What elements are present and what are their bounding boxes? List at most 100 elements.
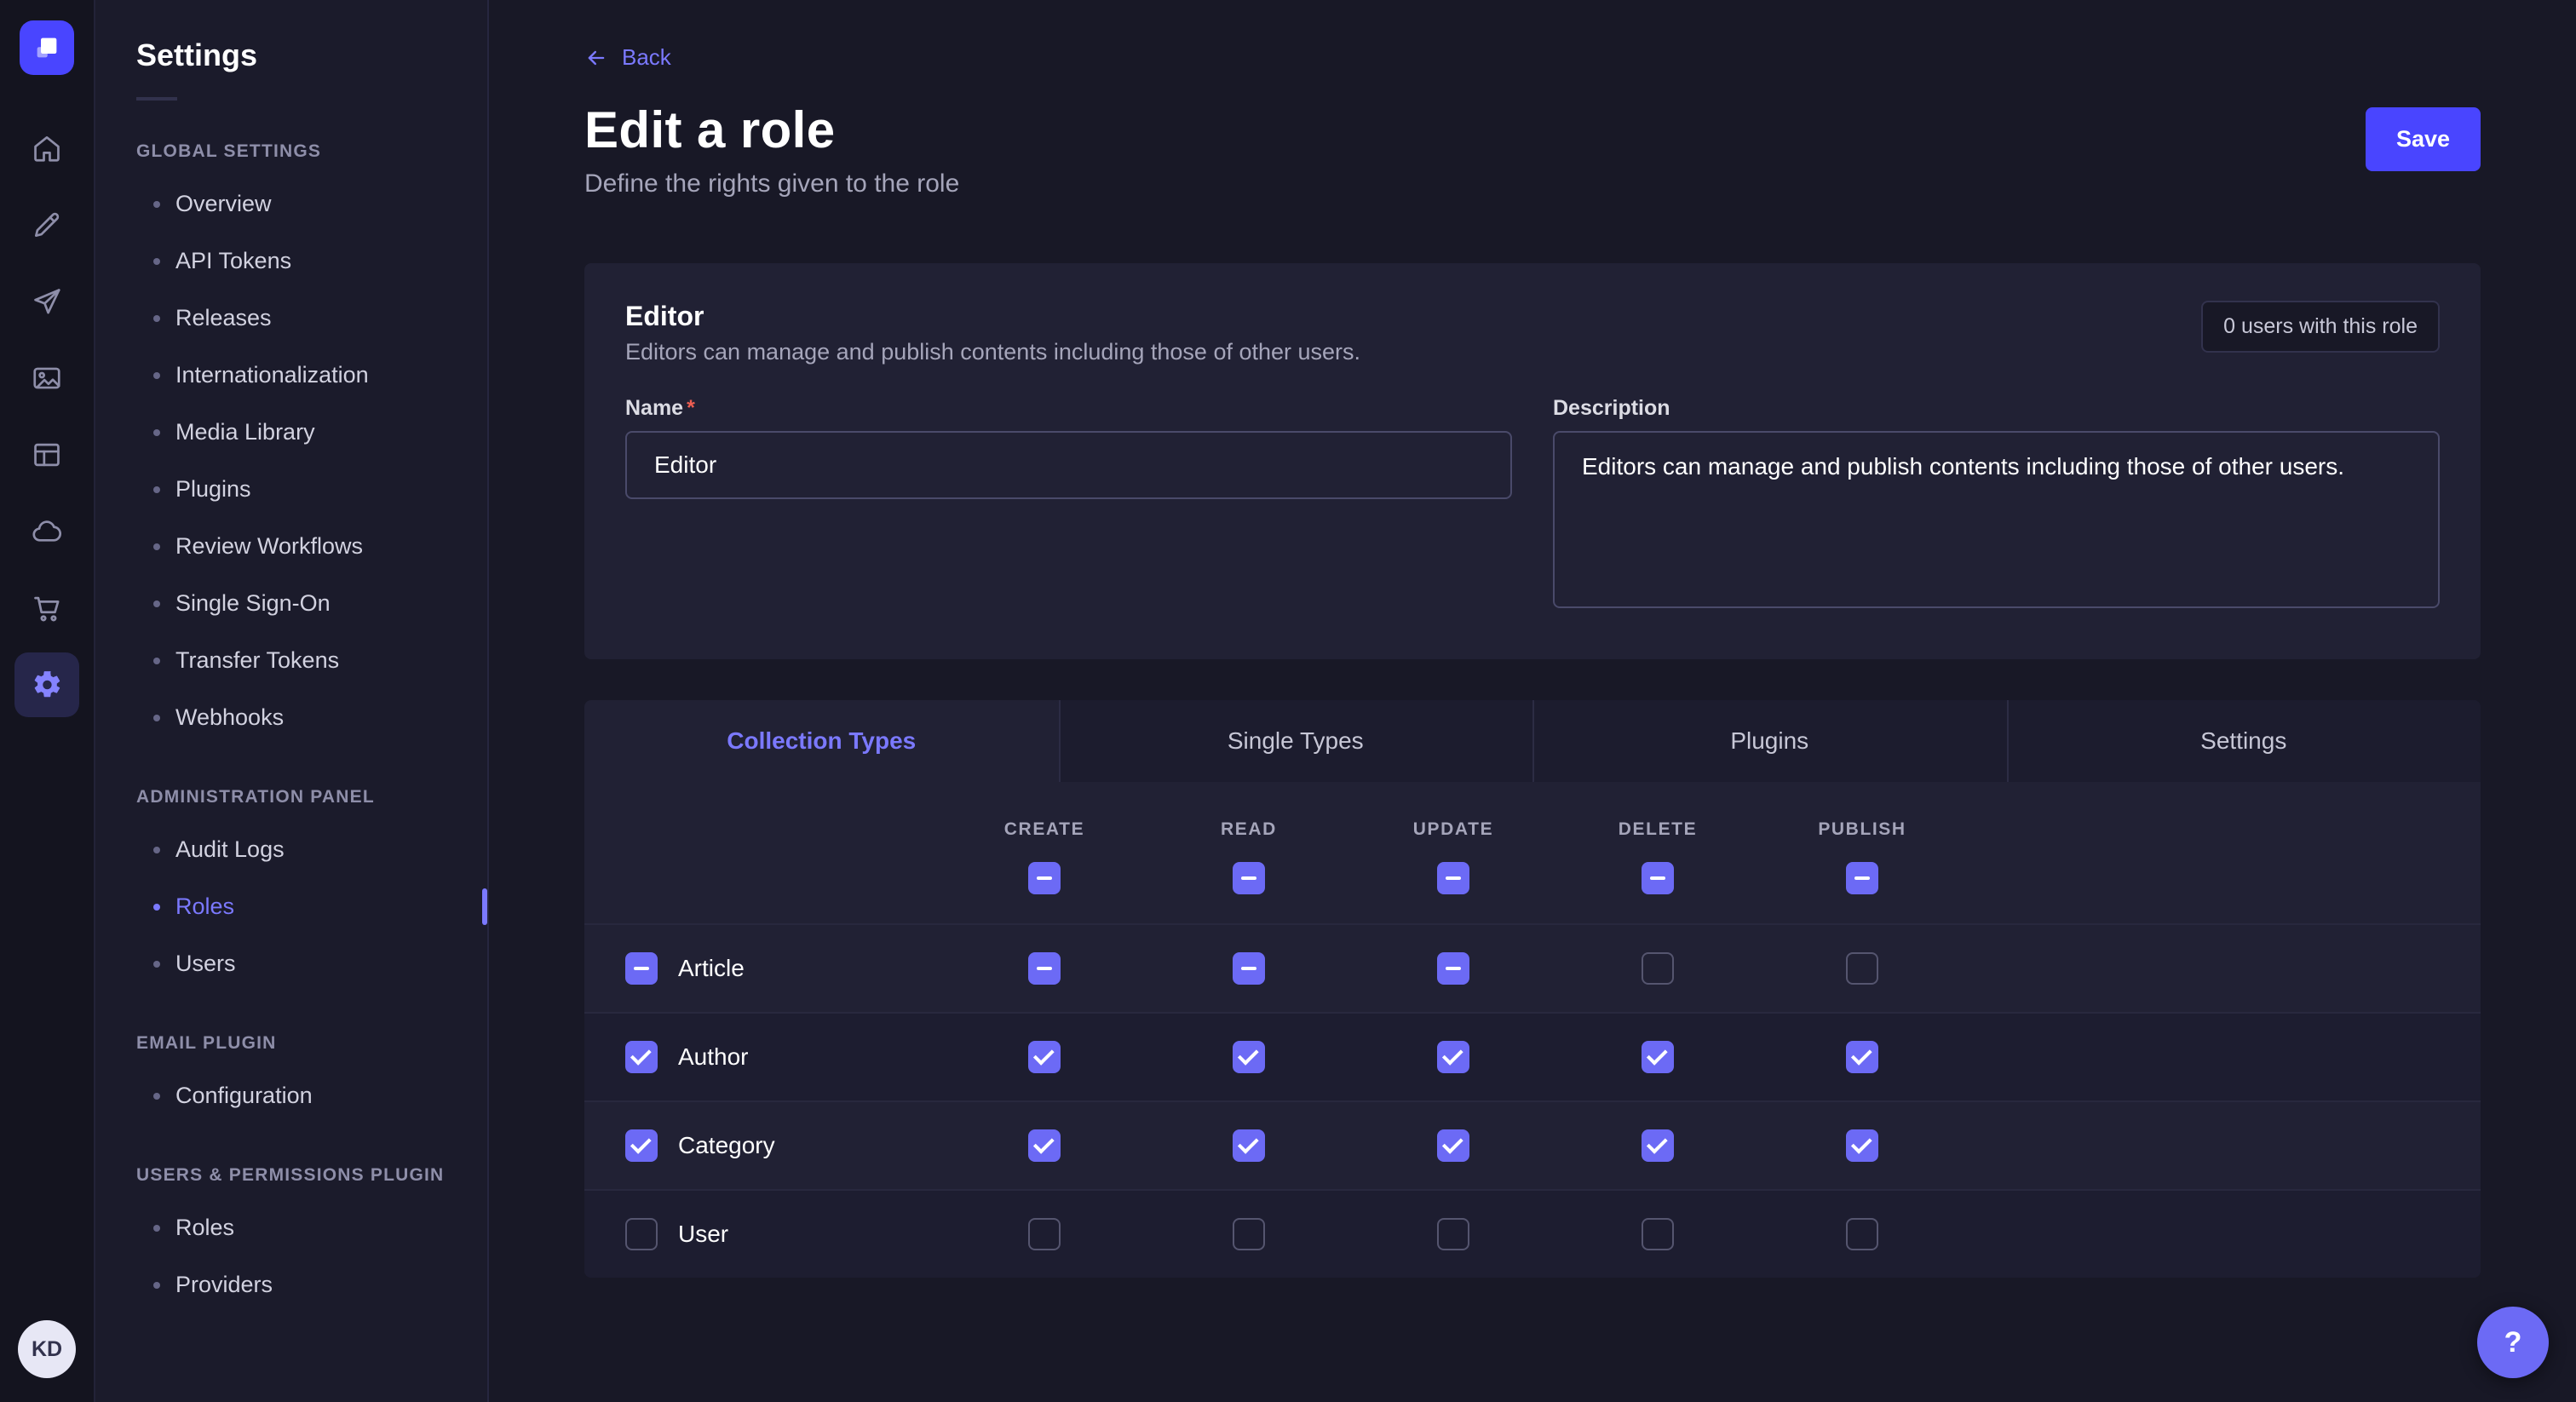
article-read-checkbox[interactable] — [1233, 952, 1265, 985]
sidebar-item-api-tokens[interactable]: API Tokens — [95, 233, 487, 290]
bullet-icon — [153, 315, 160, 322]
sidebar-item-roles[interactable]: Roles — [95, 878, 487, 935]
article-delete-checkbox[interactable] — [1642, 952, 1674, 985]
layout-icon[interactable] — [14, 422, 79, 487]
bullet-icon — [153, 715, 160, 721]
bullet-icon — [153, 1093, 160, 1100]
sidebar-item-label: Media Library — [175, 419, 315, 445]
user-delete-checkbox[interactable] — [1642, 1218, 1674, 1250]
article-create-checkbox[interactable] — [1028, 952, 1061, 985]
name-input[interactable] — [625, 431, 1512, 499]
sidebar-item-label: Plugins — [175, 476, 251, 503]
sidebar-item-single-sign-on[interactable]: Single Sign-On — [95, 575, 487, 632]
strapi-logo[interactable] — [20, 20, 74, 75]
category-row-checkbox[interactable] — [625, 1129, 658, 1162]
category-publish-checkbox[interactable] — [1846, 1129, 1878, 1162]
required-asterisk: * — [687, 396, 695, 420]
gear-icon[interactable] — [14, 652, 79, 717]
select-all-create-checkbox[interactable] — [1028, 862, 1061, 894]
user-create-checkbox[interactable] — [1028, 1218, 1061, 1250]
pen-icon[interactable] — [14, 192, 79, 257]
save-button[interactable]: Save — [2366, 107, 2481, 171]
user-update-checkbox[interactable] — [1437, 1218, 1469, 1250]
sidebar-item-review-workflows[interactable]: Review Workflows — [95, 518, 487, 575]
sidebar-item-media-library[interactable]: Media Library — [95, 404, 487, 461]
tab-collection-types[interactable]: Collection Types — [584, 700, 1059, 782]
article-row-checkbox[interactable] — [625, 952, 658, 985]
row-label-cell: Category — [584, 1129, 942, 1162]
name-label: Name* — [625, 396, 1512, 421]
bullet-icon — [153, 658, 160, 664]
paper-plane-icon[interactable] — [14, 269, 79, 334]
sidebar-item-configuration[interactable]: Configuration — [95, 1067, 487, 1124]
permission-row-user: User — [584, 1189, 2481, 1278]
select-all-read-checkbox[interactable] — [1233, 862, 1265, 894]
sidebar-item-plugins[interactable]: Plugins — [95, 461, 487, 518]
sidebar-item-overview[interactable]: Overview — [95, 175, 487, 233]
select-all-publish-checkbox[interactable] — [1846, 862, 1878, 894]
sidebar-title: Settings — [136, 37, 446, 73]
nav-rail: KD — [0, 0, 95, 1402]
page-subtitle: Define the rights given to the role — [584, 170, 959, 198]
back-label: Back — [622, 44, 671, 71]
name-label-text: Name — [625, 396, 683, 420]
bullet-icon — [153, 258, 160, 265]
category-delete-checkbox[interactable] — [1642, 1129, 1674, 1162]
sidebar-item-label: Users — [175, 951, 236, 977]
role-name-heading: Editor — [625, 301, 1360, 332]
author-publish-checkbox[interactable] — [1846, 1041, 1878, 1073]
select-all-update-checkbox[interactable] — [1437, 862, 1469, 894]
sidebar-item-transfer-tokens[interactable]: Transfer Tokens — [95, 632, 487, 689]
category-read-checkbox[interactable] — [1233, 1129, 1265, 1162]
user-publish-checkbox[interactable] — [1846, 1218, 1878, 1250]
bullet-icon — [153, 1282, 160, 1289]
sidebar-section-heading-global-settings: GLOBAL SETTINGS — [95, 101, 487, 175]
row-label: Category — [678, 1132, 775, 1159]
row-label: Author — [678, 1043, 749, 1071]
role-description-text: Editors can manage and publish contents … — [625, 339, 1360, 365]
title-block: Edit a role Define the rights given to t… — [584, 101, 959, 198]
user-row-checkbox[interactable] — [625, 1218, 658, 1250]
bullet-icon — [153, 372, 160, 379]
category-create-checkbox[interactable] — [1028, 1129, 1061, 1162]
images-icon[interactable] — [14, 346, 79, 411]
user-read-checkbox[interactable] — [1233, 1218, 1265, 1250]
tab-plugins[interactable]: Plugins — [1532, 700, 2007, 782]
cloud-icon[interactable] — [14, 499, 79, 564]
sidebar-item-releases[interactable]: Releases — [95, 290, 487, 347]
home-icon[interactable] — [14, 116, 79, 181]
sidebar-item-label: Audit Logs — [175, 836, 285, 863]
avatar[interactable]: KD — [18, 1320, 76, 1378]
settings-sidebar: Settings GLOBAL SETTINGSOverviewAPI Toke… — [95, 0, 489, 1402]
description-input[interactable]: Editors can manage and publish contents … — [1553, 431, 2440, 608]
cart-icon[interactable] — [14, 576, 79, 641]
sidebar-item-providers[interactable]: Providers — [95, 1256, 487, 1313]
author-update-checkbox[interactable] — [1437, 1041, 1469, 1073]
tab-settings[interactable]: Settings — [2007, 700, 2481, 782]
sidebar-item-audit-logs[interactable]: Audit Logs — [95, 821, 487, 878]
row-label-cell: User — [584, 1218, 942, 1250]
author-read-checkbox[interactable] — [1233, 1041, 1265, 1073]
help-button[interactable]: ? — [2477, 1307, 2549, 1378]
author-row-checkbox[interactable] — [625, 1041, 658, 1073]
author-delete-checkbox[interactable] — [1642, 1041, 1674, 1073]
sidebar-item-roles[interactable]: Roles — [95, 1199, 487, 1256]
back-link[interactable]: Back — [584, 44, 671, 71]
permission-row-author: Author — [584, 1012, 2481, 1100]
category-update-checkbox[interactable] — [1437, 1129, 1469, 1162]
bullet-icon — [153, 600, 160, 607]
bullet-icon — [153, 961, 160, 968]
sidebar-item-internationalization[interactable]: Internationalization — [95, 347, 487, 404]
sidebar-item-users[interactable]: Users — [95, 935, 487, 992]
role-fields: Name* Description Editors can manage and… — [625, 396, 2440, 615]
article-publish-checkbox[interactable] — [1846, 952, 1878, 985]
sidebar-item-webhooks[interactable]: Webhooks — [95, 689, 487, 746]
permission-row-article: Article — [584, 923, 2481, 1012]
author-create-checkbox[interactable] — [1028, 1041, 1061, 1073]
article-update-checkbox[interactable] — [1437, 952, 1469, 985]
column-header-create: CREATE — [942, 819, 1147, 840]
main-content: Back Edit a role Define the rights given… — [489, 0, 2576, 1402]
question-icon: ? — [2504, 1326, 2522, 1359]
select-all-delete-checkbox[interactable] — [1642, 862, 1674, 894]
tab-single-types[interactable]: Single Types — [1059, 700, 1533, 782]
